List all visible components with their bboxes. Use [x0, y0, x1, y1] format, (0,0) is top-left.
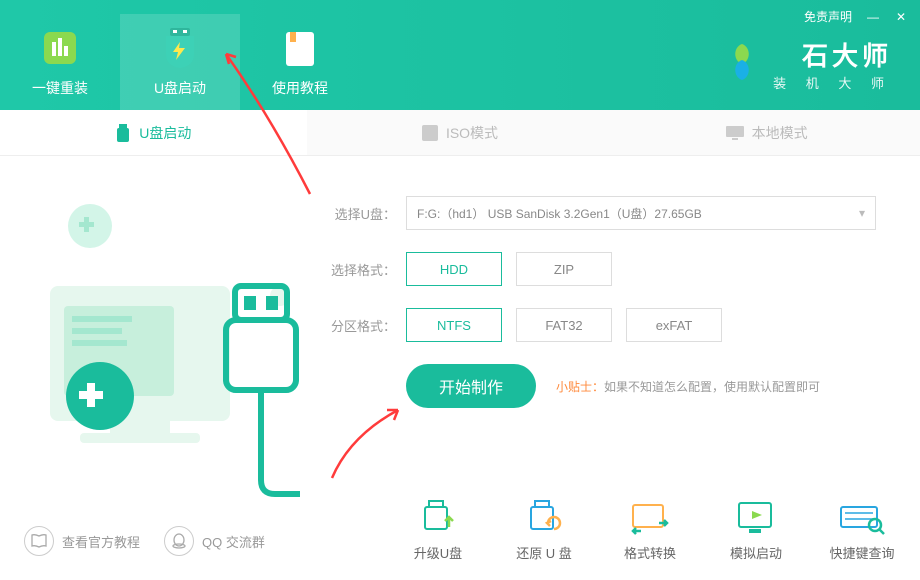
- usb-icon: [115, 124, 131, 142]
- nav-label: 使用教程: [272, 78, 328, 98]
- footer-qq-link[interactable]: QQ 交流群: [164, 526, 265, 556]
- reinstall-icon: [38, 26, 82, 70]
- partition-label: 分区格式：: [320, 316, 396, 335]
- nav-tab-tutorial[interactable]: 使用教程: [240, 14, 360, 110]
- tip-text: 小贴士：如果不知道怎么配置，使用默认配置即可: [556, 378, 820, 395]
- nav-tabs: 一键重装 U盘启动 使用教程: [0, 0, 360, 110]
- footer-tutorial-link[interactable]: 查看官方教程: [24, 526, 140, 556]
- nav-label: 一键重装: [32, 78, 88, 98]
- disk-select-value: F:G:（hd1） USB SanDisk 3.2Gen1（U盘）27.65GB: [417, 205, 702, 222]
- window-controls: 免责声明 — ✕: [804, 8, 908, 25]
- upgrade-usb-icon: [417, 499, 459, 537]
- tool-format-convert[interactable]: 格式转换: [612, 499, 688, 562]
- chevron-down-icon: ▾: [859, 206, 865, 220]
- format-option-hdd[interactable]: HDD: [406, 252, 502, 286]
- tool-label: 格式转换: [624, 543, 676, 562]
- brand-title: 石大师: [773, 36, 892, 73]
- usb-shield-icon: [158, 26, 202, 70]
- partition-option-exfat[interactable]: exFAT: [626, 308, 722, 342]
- monitor-icon: [726, 126, 744, 140]
- select-format-label: 选择格式：: [320, 260, 396, 279]
- annotation-arrow: [320, 406, 460, 486]
- select-disk-label: 选择U盘：: [320, 204, 396, 223]
- tool-label: 升级U盘: [414, 543, 462, 562]
- qq-icon: [164, 526, 194, 556]
- partition-option-fat32[interactable]: FAT32: [516, 308, 612, 342]
- start-make-button[interactable]: 开始制作: [406, 364, 536, 408]
- brand: 石大师 装 机 大 师: [721, 36, 892, 92]
- tool-shortcut-query[interactable]: 快捷键查询: [824, 499, 900, 562]
- brand-subtitle: 装 机 大 师: [773, 73, 892, 92]
- simulate-icon: [735, 499, 777, 537]
- brand-logo-icon: [721, 41, 763, 88]
- book-icon: [24, 526, 54, 556]
- footer-links: 查看官方教程 QQ 交流群: [24, 526, 265, 556]
- disk-select[interactable]: F:G:（hd1） USB SanDisk 3.2Gen1（U盘）27.65GB…: [406, 196, 876, 230]
- footer-link-label: 查看官方教程: [62, 532, 140, 551]
- illustration: [30, 186, 300, 486]
- main-panel: 选择U盘： F:G:（hd1） USB SanDisk 3.2Gen1（U盘）2…: [0, 156, 920, 580]
- close-button[interactable]: ✕: [894, 10, 908, 24]
- sub-tabs: U盘启动 ISO模式 本地模式: [0, 110, 920, 156]
- tool-simulate-boot[interactable]: 模拟启动: [718, 499, 794, 562]
- iso-icon: [422, 125, 438, 141]
- subtab-label: ISO模式: [446, 123, 498, 143]
- subtab-local[interactable]: 本地模式: [613, 110, 920, 155]
- footer-link-label: QQ 交流群: [202, 532, 265, 551]
- tip-label: 小贴士：: [556, 380, 604, 394]
- tutorial-icon: [278, 26, 322, 70]
- subtab-iso[interactable]: ISO模式: [307, 110, 614, 155]
- tool-label: 模拟启动: [730, 543, 782, 562]
- tool-label: 还原 U 盘: [516, 543, 572, 562]
- keyboard-search-icon: [839, 499, 885, 537]
- subtab-usb[interactable]: U盘启动: [0, 110, 307, 155]
- convert-icon: [629, 499, 671, 537]
- nav-tab-reinstall[interactable]: 一键重装: [0, 14, 120, 110]
- disclaimer-link[interactable]: 免责声明: [804, 8, 852, 25]
- subtab-label: U盘启动: [139, 123, 191, 143]
- bottom-toolbar: 升级U盘 还原 U 盘 格式转换 模拟启动 快捷键查询: [400, 499, 900, 562]
- minimize-button[interactable]: —: [866, 10, 880, 24]
- app-header: 免责声明 — ✕ 一键重装 U盘启动 使用教程 石大师: [0, 0, 920, 110]
- tool-label: 快捷键查询: [829, 543, 894, 562]
- config-form: 选择U盘： F:G:（hd1） USB SanDisk 3.2Gen1（U盘）2…: [320, 196, 890, 408]
- partition-option-ntfs[interactable]: NTFS: [406, 308, 502, 342]
- tool-restore-usb[interactable]: 还原 U 盘: [506, 499, 582, 562]
- restore-usb-icon: [523, 499, 565, 537]
- nav-label: U盘启动: [154, 78, 206, 98]
- format-option-zip[interactable]: ZIP: [516, 252, 612, 286]
- tool-upgrade-usb[interactable]: 升级U盘: [400, 499, 476, 562]
- nav-tab-usb-boot[interactable]: U盘启动: [120, 14, 240, 110]
- subtab-label: 本地模式: [752, 123, 808, 143]
